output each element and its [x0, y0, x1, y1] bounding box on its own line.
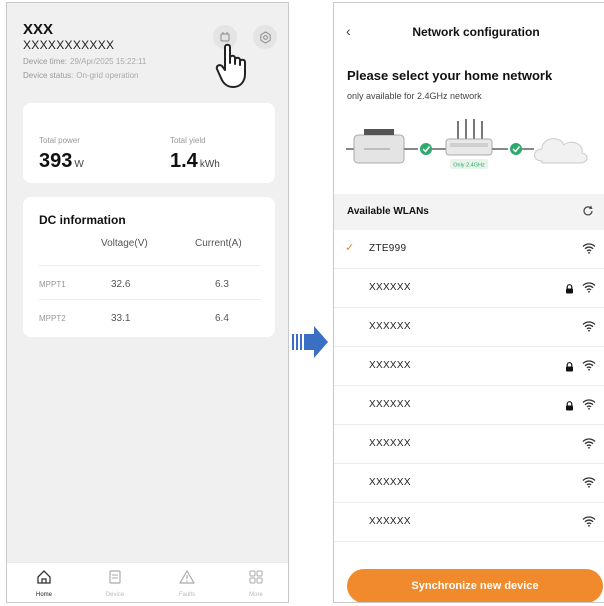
wlan-item[interactable]: XXXXXX [334, 308, 604, 347]
available-wlans-title: Available WLANs [347, 206, 429, 217]
dc-voltage-value: 33.1 [111, 313, 131, 324]
device-icon [220, 32, 230, 42]
available-wlans-header: Available WLANs [334, 194, 604, 230]
device-time-label: Device time: [23, 57, 68, 66]
next-step-arrow-icon [292, 322, 330, 367]
dc-row-label: MPPT2 [39, 314, 66, 323]
wifi-signal-icon [582, 436, 596, 454]
tab-device-label: Device [105, 592, 125, 598]
device-status-label: Device status: [23, 71, 74, 80]
wifi-signal-icon [582, 475, 596, 493]
tab-faults-label: Faults [178, 592, 196, 598]
wifi-signal-icon [582, 241, 596, 259]
wlan-item[interactable]: ✓ ZTE999 [334, 230, 604, 269]
total-yield-label: Total yield [170, 136, 206, 145]
wlan-name: XXXXXX [369, 282, 411, 293]
check-icon [420, 143, 432, 155]
pointing-hand-icon [215, 43, 255, 94]
settings-hexagon-icon [259, 30, 271, 44]
dc-information-card: DC information Voltage(V) Current(A) MPP… [23, 197, 275, 337]
total-yield-number: 1.4 [170, 150, 198, 172]
device-status-value: On-grid operation [76, 71, 139, 80]
power-summary-card: Total power 393 W Total yield 1.4 kWh [23, 103, 275, 183]
wifi-signal-icon [582, 280, 596, 298]
check-icon [510, 143, 522, 155]
total-power-unit: W [74, 159, 84, 170]
wlan-item[interactable]: XXXXXX [334, 503, 604, 542]
router-badge: Only 2.4GHz [453, 163, 485, 169]
wlan-name: XXXXXX [369, 321, 411, 332]
dc-row-label: MPPT1 [39, 280, 66, 289]
wifi-signal-icon [582, 358, 596, 376]
device-time-value: 29/Apr/2025 15:22:11 [70, 57, 147, 66]
wlan-name: ZTE999 [369, 243, 407, 254]
dc-information-title: DC information [39, 213, 126, 227]
wlan-name: XXXXXX [369, 516, 411, 527]
dc-divider [39, 265, 261, 266]
dc-column-voltage: Voltage(V) [101, 238, 148, 249]
home-icon [37, 570, 51, 584]
wifi-signal-icon [582, 319, 596, 337]
refresh-icon[interactable] [582, 204, 594, 222]
device-name: XXX [23, 21, 54, 38]
dc-current-value: 6.3 [215, 279, 229, 290]
wifi-signal-icon [582, 397, 596, 415]
total-power-value: 393 W [39, 150, 84, 173]
warning-icon [179, 570, 195, 584]
total-power-label: Total power [39, 136, 80, 145]
total-yield-value: 1.4 kWh [170, 150, 220, 173]
network-heading: Please select your home network [347, 68, 553, 83]
network-configuration-screen: ‹ Network configuration Please select yo… [333, 2, 604, 603]
wlan-item[interactable]: XXXXXX [334, 464, 604, 503]
router-icon: Only 2.4GHz [445, 119, 493, 169]
lock-icon [565, 359, 574, 377]
tab-faults[interactable]: Faults [162, 569, 212, 598]
synchronize-new-device-button[interactable]: Synchronize new device [347, 569, 603, 602]
grid-icon [249, 570, 263, 584]
dc-current-value: 6.4 [215, 313, 229, 324]
lock-icon [565, 398, 574, 416]
navigation-bar: ‹ Network configuration [334, 3, 604, 61]
selected-check-icon: ✓ [345, 242, 355, 254]
wlan-name: XXXXXX [369, 438, 411, 449]
dc-column-current: Current(A) [195, 238, 242, 249]
wlan-name: XXXXXX [369, 477, 411, 488]
tab-more-label: More [249, 592, 263, 598]
network-subheading: only available for 2.4GHz network [347, 91, 482, 101]
wlan-item[interactable]: XXXXXX [334, 347, 604, 386]
device-icon [109, 570, 121, 584]
cloud-icon [534, 138, 588, 164]
lock-icon [565, 281, 574, 299]
inverter-icon [346, 129, 418, 164]
connection-illustration: Only 2.4GHz [346, 115, 596, 188]
dc-divider [39, 299, 261, 300]
wlan-item[interactable]: XXXXXX [334, 386, 604, 425]
tab-more[interactable]: More [231, 569, 281, 598]
bottom-tab-bar: Home Device Faults More [7, 562, 288, 602]
dc-voltage-value: 32.6 [111, 279, 131, 290]
settings-button[interactable] [253, 25, 277, 49]
tab-home-label: Home [35, 592, 52, 598]
wlan-name: XXXXXX [369, 399, 411, 410]
wifi-signal-icon [582, 514, 596, 532]
wlan-name: XXXXXX [369, 360, 411, 371]
wlan-item[interactable]: XXXXXX [334, 425, 604, 464]
page-title: Network configuration [412, 25, 540, 39]
total-power-number: 393 [39, 150, 73, 172]
home-screen: XXX XXXXXXXXXXX Device time: 29/Apr/2025 … [6, 2, 289, 603]
wlan-item[interactable]: XXXXXX [334, 269, 604, 308]
tab-home[interactable]: Home [19, 569, 69, 598]
tab-device[interactable]: Device [90, 569, 140, 598]
total-yield-unit: kWh [199, 159, 220, 170]
